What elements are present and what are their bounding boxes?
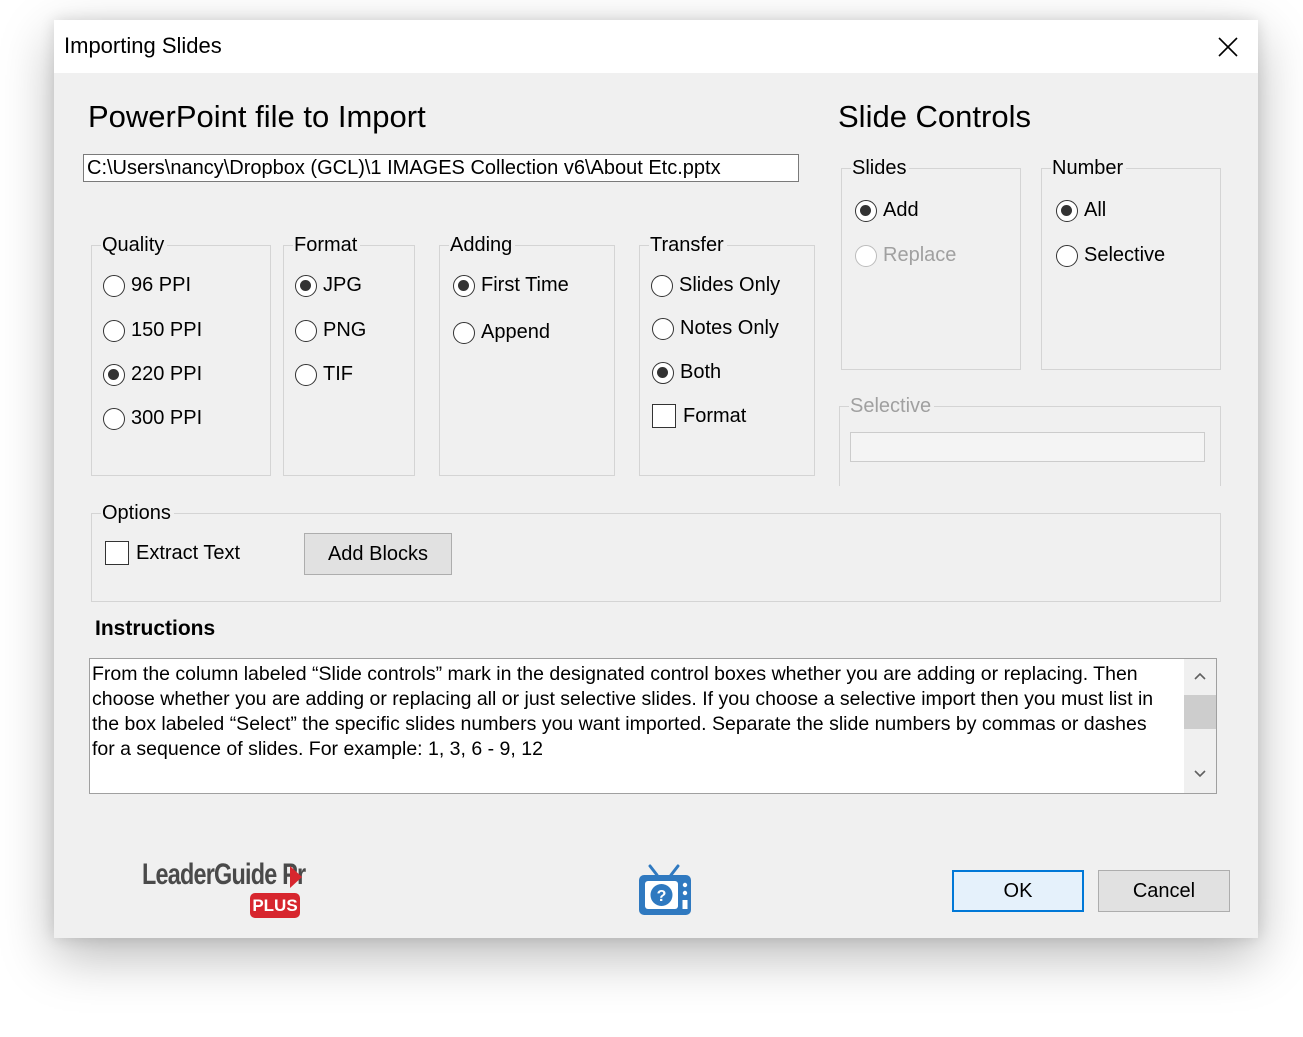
quality-220-radio[interactable]: 220 PPI (103, 363, 202, 386)
cancel-button[interactable]: Cancel (1098, 870, 1230, 912)
quality-300-radio[interactable]: 300 PPI (103, 407, 202, 430)
logo-arrow-icon (290, 866, 302, 888)
quality-220-label: 220 PPI (131, 363, 203, 385)
quality-150-label: 150 PPI (131, 319, 203, 341)
quality-300-label: 300 PPI (131, 407, 203, 429)
format-tif-label: TIF (323, 363, 353, 385)
number-all-label: All (1084, 199, 1107, 221)
selective-label: Selective (849, 394, 935, 418)
radio-circle (103, 407, 125, 430)
radio-circle (103, 319, 125, 342)
slides-label: Slides (851, 156, 910, 180)
help-button[interactable]: ? (637, 863, 693, 919)
adding-append-label: Append (481, 321, 550, 343)
instructions-text: From the column labeled “Slide controls”… (92, 663, 1154, 760)
radio-circle (1056, 244, 1078, 267)
transfer-slides-only-radio[interactable]: Slides Only (651, 274, 780, 297)
format-jpg-radio[interactable]: JPG (295, 274, 362, 297)
number-all-radio[interactable]: All (1056, 199, 1106, 222)
ok-button[interactable]: OK (952, 870, 1084, 912)
transfer-notes-only-radio[interactable]: Notes Only (652, 317, 779, 340)
svg-text:?: ? (657, 888, 667, 905)
format-png-radio[interactable]: PNG (295, 319, 366, 342)
adding-first-time-label: First Time (481, 274, 569, 296)
tv-help-icon: ? (639, 864, 691, 915)
number-selective-label: Selective (1084, 244, 1166, 266)
adding-append-radio[interactable]: Append (453, 321, 550, 344)
quality-150-radio[interactable]: 150 PPI (103, 319, 202, 342)
chevron-up-icon[interactable] (1193, 671, 1207, 681)
radio-circle-checked (295, 274, 317, 297)
selective-input[interactable] (850, 432, 1205, 462)
checkbox-box (652, 404, 676, 428)
transfer-both-label: Both (680, 361, 722, 383)
format-jpg-label: JPG (323, 274, 362, 296)
import-heading: PowerPoint file to Import (88, 99, 426, 134)
transfer-slides-only-label: Slides Only (679, 274, 781, 296)
radio-circle-checked (652, 361, 674, 384)
instructions-label: Instructions (95, 617, 216, 640)
radio-circle-checked (103, 363, 125, 386)
instructions-scrollbar[interactable] (1184, 659, 1216, 793)
number-label: Number (1051, 156, 1127, 180)
transfer-label: Transfer (649, 233, 727, 257)
number-selective-radio[interactable]: Selective (1056, 244, 1165, 267)
radio-circle (295, 363, 317, 386)
chevron-down-icon[interactable] (1193, 769, 1207, 779)
radio-circle (453, 321, 475, 344)
radio-circle-checked (453, 274, 475, 297)
adding-label: Adding (449, 233, 516, 257)
radio-circle-disabled (855, 244, 877, 267)
transfer-format-label: Format (683, 404, 747, 427)
window-title: Importing Slides (64, 33, 222, 58)
extract-text-label: Extract Text (136, 541, 241, 564)
slide-controls-heading: Slide Controls (838, 99, 1031, 134)
slides-replace-label: Replace (883, 244, 957, 266)
slides-add-label: Add (883, 199, 919, 221)
slides-replace-radio[interactable]: Replace (855, 244, 956, 267)
adding-first-time-radio[interactable]: First Time (453, 274, 569, 297)
radio-circle-checked (1056, 199, 1078, 222)
quality-label: Quality (101, 233, 168, 257)
options-group: Options (91, 501, 1221, 602)
importing-slides-dialog: Importing Slides PowerPoint file to Impo… (54, 20, 1258, 938)
format-label: Format (293, 233, 361, 257)
extract-text-checkbox[interactable]: Extract Text (105, 541, 240, 565)
options-label: Options (101, 501, 174, 525)
add-blocks-button[interactable]: Add Blocks (304, 533, 452, 575)
quality-96-radio[interactable]: 96 PPI (103, 274, 191, 297)
file-path-input[interactable] (83, 154, 799, 182)
radio-circle-checked (855, 199, 877, 222)
transfer-both-radio[interactable]: Both (652, 361, 721, 384)
checkbox-box (105, 541, 129, 565)
instructions-textbox[interactable]: From the column labeled “Slide controls”… (89, 658, 1217, 794)
logo-text: LeaderGuide Pr (142, 858, 306, 891)
title-bar: Importing Slides (54, 20, 1258, 73)
radio-circle (651, 274, 673, 297)
close-button[interactable] (1198, 20, 1258, 73)
format-tif-radio[interactable]: TIF (295, 363, 353, 386)
radio-circle (652, 317, 674, 340)
format-png-label: PNG (323, 319, 367, 341)
radio-circle (103, 274, 125, 297)
radio-circle (295, 319, 317, 342)
quality-96-label: 96 PPI (131, 274, 192, 296)
leaderguide-logo: LeaderGuide Pr PLUS (142, 858, 312, 922)
scrollbar-thumb[interactable] (1184, 695, 1216, 729)
logo-plus-badge: PLUS (250, 893, 300, 918)
transfer-notes-only-label: Notes Only (680, 317, 779, 339)
close-icon (1218, 36, 1238, 57)
slides-add-radio[interactable]: Add (855, 199, 919, 222)
transfer-format-checkbox[interactable]: Format (652, 404, 746, 428)
